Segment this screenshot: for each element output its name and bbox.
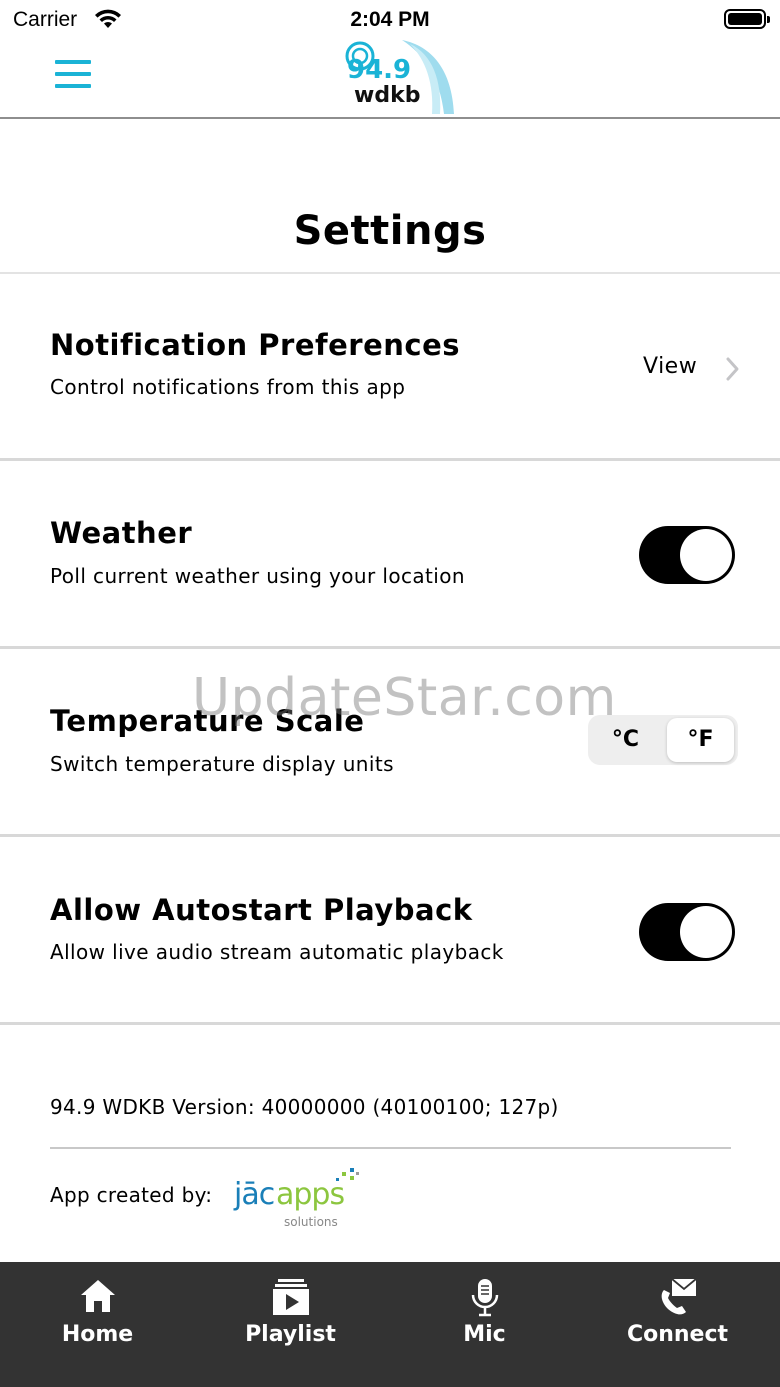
fahrenheit-option[interactable]: °F bbox=[667, 718, 734, 762]
logo-frequency: 94.9 bbox=[347, 55, 411, 85]
toggle-knob bbox=[680, 906, 732, 958]
notification-preferences-title: Notification Preferences bbox=[50, 328, 461, 362]
battery-icon bbox=[724, 9, 770, 29]
nav-bar: 94.9 wdkb bbox=[0, 40, 780, 119]
tab-connect[interactable]: Connect bbox=[580, 1262, 775, 1387]
autostart-playback-toggle[interactable] bbox=[639, 903, 735, 961]
playlist-icon bbox=[272, 1279, 309, 1315]
notification-preferences-subtitle: Control notifications from this app bbox=[50, 375, 406, 399]
clock: 2:04 PM bbox=[350, 8, 430, 31]
divider bbox=[0, 458, 780, 461]
toggle-knob bbox=[680, 529, 732, 581]
svg-text:jāc: jāc bbox=[233, 1177, 274, 1212]
divider bbox=[0, 272, 780, 274]
weather-toggle[interactable] bbox=[639, 526, 735, 584]
tab-connect-label: Connect bbox=[626, 1322, 729, 1347]
svg-text:apps: apps bbox=[276, 1177, 344, 1212]
chevron-right-icon bbox=[726, 357, 739, 381]
jacapps-logo[interactable]: jāc apps solutions bbox=[232, 1166, 362, 1230]
tab-home[interactable]: Home bbox=[0, 1262, 195, 1387]
tab-bar: Home Playlist Mic Connect bbox=[0, 1262, 780, 1387]
autostart-playback-title: Allow Autostart Playback bbox=[50, 893, 473, 927]
view-link[interactable]: View bbox=[643, 354, 697, 379]
version-label: 94.9 WDKB Version: 40000000 (40100100; 1… bbox=[50, 1095, 559, 1119]
status-bar: Carrier 2:04 PM bbox=[0, 0, 780, 40]
weather-subtitle: Poll current weather using your location bbox=[50, 564, 465, 588]
weather-title: Weather bbox=[50, 516, 193, 550]
created-by-label: App created by: bbox=[50, 1183, 213, 1207]
divider bbox=[0, 834, 780, 837]
station-logo[interactable]: 94.9 wdkb bbox=[340, 40, 458, 114]
watermark: UpdateStar.com bbox=[192, 668, 617, 728]
autostart-playback-subtitle: Allow live audio stream automatic playba… bbox=[50, 940, 504, 964]
mic-icon bbox=[471, 1279, 498, 1317]
tab-playlist-label: Playlist bbox=[245, 1322, 336, 1347]
temperature-scale-subtitle: Switch temperature display units bbox=[50, 752, 394, 776]
logo-callsign: wdkb bbox=[354, 83, 420, 108]
page-title: Settings bbox=[293, 208, 487, 254]
divider bbox=[0, 1022, 780, 1025]
connect-icon bbox=[661, 1278, 697, 1315]
tab-mic-label: Mic bbox=[463, 1322, 506, 1347]
home-icon bbox=[80, 1280, 115, 1312]
tab-playlist[interactable]: Playlist bbox=[193, 1262, 388, 1387]
divider bbox=[50, 1147, 731, 1149]
hamburger-icon[interactable] bbox=[55, 60, 91, 90]
divider bbox=[0, 646, 780, 649]
jacapps-logo-subtitle: solutions bbox=[284, 1215, 338, 1229]
tab-mic[interactable]: Mic bbox=[387, 1262, 582, 1387]
tab-home-label: Home bbox=[61, 1322, 134, 1347]
